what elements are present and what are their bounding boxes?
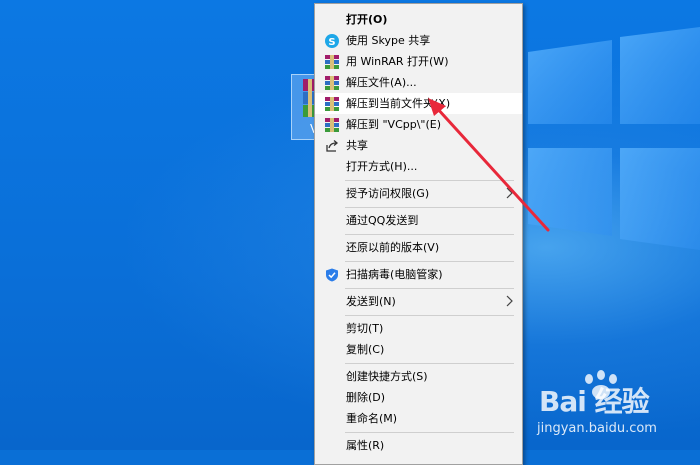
menu-item-label: 解压到 "VCpp\"(E) [346,118,442,131]
menu-item-label: 使用 Skype 共享 [346,34,431,47]
menu-separator [345,180,514,181]
winrar-icon [325,97,339,111]
menu-separator [345,234,514,235]
menu-item-label: 解压到当前文件夹(X) [346,97,451,110]
menu-item-extract-to-folder[interactable]: 解压到 "VCpp\"(E) [315,114,522,135]
watermark-brand: Bai 经验 [539,385,650,418]
menu-item-label: 属性(R) [346,439,385,452]
winrar-icon [325,76,339,90]
menu-item-label: 创建快捷方式(S) [346,370,428,383]
logo-pane-top-right [620,27,700,124]
skype-icon: S [325,34,339,48]
menu-separator [345,315,514,316]
menu-item-open-with[interactable]: 打开方式(H)... [315,156,522,177]
menu-item-label: 授予访问权限(G) [346,187,430,200]
logo-pane-bottom-right [620,148,700,250]
context-menu: 打开(O) S 使用 Skype 共享 用 WinRAR 打开(W) 解压文件(… [314,3,523,465]
menu-item-label: 发送到(N) [346,295,396,308]
menu-item-extract-files[interactable]: 解压文件(A)... [315,72,522,93]
menu-item-label: 打开方式(H)... [346,160,418,173]
menu-item-copy[interactable]: 复制(C) [315,339,522,360]
menu-item-share[interactable]: 共享 [315,135,522,156]
menu-item-label: 打开(O) [346,13,388,26]
winrar-icon [325,118,339,132]
menu-item-scan-virus[interactable]: 扫描病毒(电脑管家) [315,264,522,285]
menu-separator [345,363,514,364]
menu-separator [345,432,514,433]
winrar-icon [325,55,339,69]
menu-item-label: 解压文件(A)... [346,76,417,89]
share-icon [326,140,339,152]
chevron-right-icon [506,187,513,199]
menu-separator [345,207,514,208]
menu-item-label: 复制(C) [346,343,385,356]
menu-item-delete[interactable]: 删除(D) [315,387,522,408]
menu-item-send-to[interactable]: 发送到(N) [315,291,522,312]
menu-separator [345,288,514,289]
menu-item-label: 删除(D) [346,391,386,404]
menu-item-label: 还原以前的版本(V) [346,241,440,254]
menu-item-extract-here[interactable]: 解压到当前文件夹(X) [315,93,522,114]
menu-separator [345,261,514,262]
logo-pane-top-left [528,40,612,124]
shield-icon [326,268,338,282]
menu-item-cut[interactable]: 剪切(T) [315,318,522,339]
menu-item-properties[interactable]: 属性(R) [315,435,522,456]
menu-item-label: 用 WinRAR 打开(W) [346,55,449,68]
logo-pane-bottom-left [528,148,612,236]
menu-item-create-shortcut[interactable]: 创建快捷方式(S) [315,366,522,387]
menu-item-label: 共享 [346,139,368,152]
chevron-right-icon [506,295,513,307]
menu-item-open[interactable]: 打开(O) [315,9,522,30]
menu-item-grant-access[interactable]: 授予访问权限(G) [315,183,522,204]
menu-item-skype-share[interactable]: S 使用 Skype 共享 [315,30,522,51]
watermark-url: jingyan.baidu.com [537,421,657,436]
menu-item-open-with-winrar[interactable]: 用 WinRAR 打开(W) [315,51,522,72]
menu-item-send-via-qq[interactable]: 通过QQ发送到 [315,210,522,231]
menu-item-label: 通过QQ发送到 [346,214,419,227]
menu-item-restore-previous-versions[interactable]: 还原以前的版本(V) [315,237,522,258]
svg-text:S: S [328,37,335,48]
menu-item-rename[interactable]: 重命名(M) [315,408,522,429]
menu-item-label: 剪切(T) [346,322,384,335]
menu-item-label: 重命名(M) [346,412,398,425]
menu-item-label: 扫描病毒(电脑管家) [346,268,443,281]
